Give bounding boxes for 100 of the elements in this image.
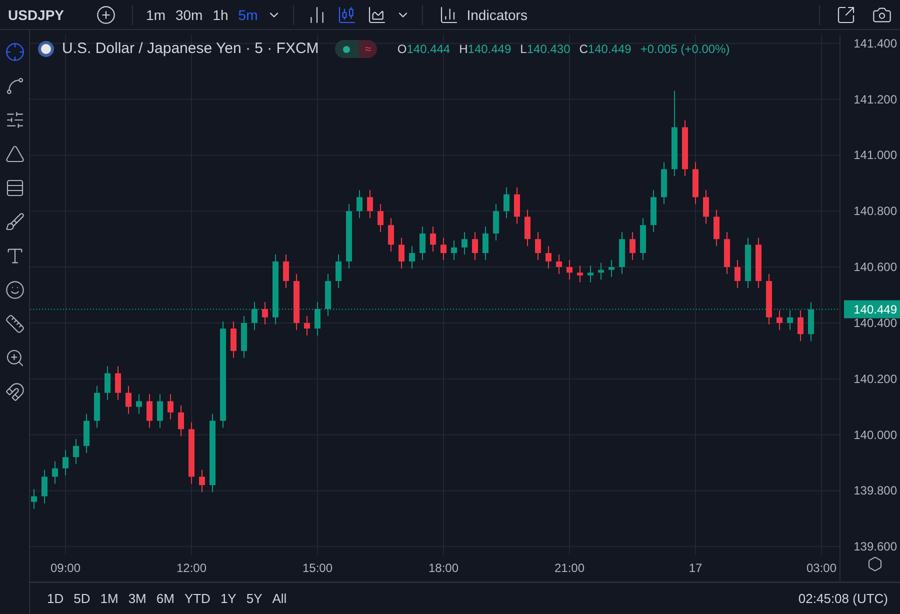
interval-button[interactable]: 30m [170,4,208,24]
candlestick [104,366,110,400]
price-axis-label: 140.200 [854,372,897,386]
ohlc-value: 140.444 [406,41,450,58]
candlestick [304,315,310,336]
ohlc-label: H [459,41,468,58]
candlestick [798,310,804,342]
price-axis-label: 141.400 [854,36,897,50]
candlestick [136,394,142,414]
candlestick [482,226,488,261]
settings-icon[interactable] [867,556,883,572]
range-button[interactable]: 6M [151,588,180,608]
candlestick [776,310,782,330]
candlestick [398,237,404,269]
price-axis-label: 140.600 [854,260,897,274]
status-badge: ≈ [358,40,378,58]
candlestick [703,190,709,224]
candlestick [262,301,268,325]
candlestick [546,246,552,269]
candlestick [283,254,289,289]
symbol-label[interactable]: USDJPY [0,4,72,24]
candlestick [388,218,394,252]
candlestick [146,394,152,428]
range-button[interactable]: All [267,588,292,608]
candlestick [367,190,373,219]
candlestick [378,204,384,233]
range-button[interactable]: 1M [95,588,124,608]
ruler-tool-icon[interactable] [4,314,24,334]
price-axis-label: 140.000 [854,428,897,442]
time-axis-label: 21:00 [554,561,585,575]
candlestick [493,204,499,241]
candlestick [451,240,457,261]
range-button[interactable]: 5D [68,588,96,608]
ohlc-label: L [520,41,527,58]
candlestick [157,394,163,428]
trend-line-tool-icon[interactable] [4,76,24,96]
candlestick [734,260,740,289]
ohlc-label: O [397,41,407,58]
candlestick [430,226,436,252]
zoom-tool-icon[interactable] [4,348,24,368]
clock-label: 02:45:08 (UTC) [798,590,888,608]
emoji-tool-icon[interactable] [4,280,24,300]
bar-chart-icon [438,4,459,24]
candlestick [31,488,37,510]
candlestick [42,469,48,504]
crosshair-tool-icon[interactable] [4,42,24,62]
current-price-tag: 140.449 [844,300,900,318]
price-axis-label: 139.800 [854,484,897,498]
candlestick [252,301,258,330]
ref-line-label: 140.449 [854,302,898,316]
candlestick [588,265,594,283]
candlestick [230,321,236,358]
candlestick [409,246,415,269]
time-axis-label: 03:00 [806,561,837,575]
candlestick [52,460,58,484]
time-axis-label: 17 [688,561,702,575]
candlestick [168,394,174,420]
candlestick [115,366,121,400]
time-axis-label: 12:00 [176,561,207,575]
range-button[interactable]: 1D [42,588,69,608]
ohlc-value: 140.449 [588,41,632,58]
candlestick [608,260,614,278]
price-axis-label: 141.200 [854,92,897,106]
price-axis-label: 139.600 [854,540,897,554]
candlestick [356,190,362,219]
candlestick [462,232,468,255]
candlestick [62,450,68,476]
candlestick [336,254,342,289]
candlestick [472,232,478,261]
indicators-button[interactable]: Indicators [430,4,536,24]
candlestick [73,438,79,465]
brush-tool-icon[interactable] [4,212,24,232]
candlestick [178,404,184,437]
candlestick [126,385,132,414]
interval-button[interactable]: 1h [208,4,234,24]
candlestick [556,254,562,275]
time-axis-label: 15:00 [302,561,333,575]
time-axis-label: 09:00 [50,561,81,575]
candlestick [714,209,720,247]
ohlc-value: 140.449 [468,41,512,58]
candlestick [504,186,510,219]
price-axis-label: 140.800 [854,204,897,218]
magnet-tool-icon[interactable] [4,382,24,402]
candlestick [314,301,320,336]
interval-button[interactable]: 1m [141,4,170,24]
ohlc-label: C [579,41,588,58]
candlestick [440,237,446,261]
symbol-title[interactable]: U.S. Dollar / Japanese Yen · 5 · FXCM [62,38,319,60]
range-button[interactable]: 3M [123,588,152,608]
range-button[interactable]: 5Y [241,588,268,608]
price-axis-label: 140.400 [854,316,897,330]
time-axis-label: 18:00 [428,561,459,575]
candlestick [420,226,426,261]
candlestick [199,469,205,493]
range-button[interactable]: YTD [179,588,216,608]
interval-button[interactable]: 5m [233,4,263,24]
price-change: +0.005 (+0.00%) [640,41,730,58]
range-button[interactable]: 1Y [215,588,242,608]
candlestick [787,310,793,330]
candlestick [514,186,520,224]
